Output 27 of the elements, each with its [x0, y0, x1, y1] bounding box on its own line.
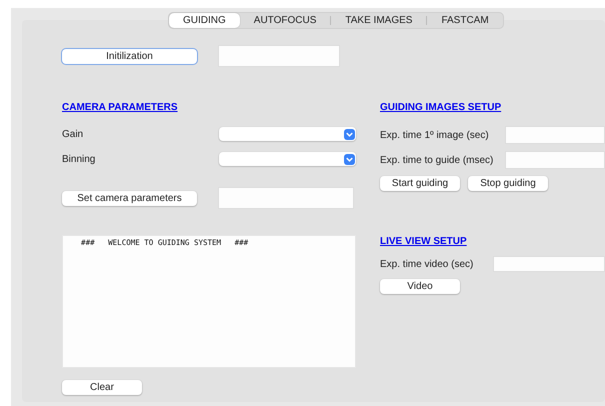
tab[interactable]: GUIDING [169, 13, 240, 28]
gain-label: Gain [62, 128, 84, 140]
binning-label: Binning [62, 154, 96, 164]
section-heading[interactable]: LIVE VIEW SETUP [380, 235, 467, 248]
video-button[interactable]: Video [380, 279, 460, 294]
gain-dropdown[interactable] [219, 127, 356, 141]
binning-dropdown[interactable] [219, 152, 356, 166]
camera-status-field[interactable] [218, 187, 354, 209]
exposure-label: Exp. time video (sec) [380, 258, 474, 270]
chevron-icon [344, 154, 355, 164]
tab[interactable]: TAKE IMAGES [331, 13, 426, 28]
exposure-field[interactable] [505, 126, 605, 144]
chevron-icon [344, 128, 355, 140]
tab[interactable]: AUTOFOCUS [240, 13, 330, 28]
exposure-field[interactable] [493, 256, 605, 272]
status-field[interactable] [218, 45, 340, 67]
stop-guiding-button[interactable]: Stop guiding [468, 176, 548, 191]
exposure-label: Exp. time 1º image (sec) [380, 130, 489, 140]
tab[interactable]: FASTCAM [427, 13, 503, 28]
start-guiding-button[interactable]: Start guiding [380, 176, 460, 191]
section-heading[interactable]: GUIDING IMAGES SETUP [380, 101, 502, 114]
exposure-label: Exp. time to guide (msec) [380, 154, 494, 166]
clear-button[interactable]: Clear [62, 380, 142, 395]
exposure-field[interactable] [505, 151, 605, 169]
section-heading[interactable]: CAMERA PARAMETERS [62, 101, 178, 114]
set-camera-parameters-button[interactable]: Set camera parameters [62, 190, 197, 206]
initialization-button[interactable]: Initilization [62, 48, 197, 64]
